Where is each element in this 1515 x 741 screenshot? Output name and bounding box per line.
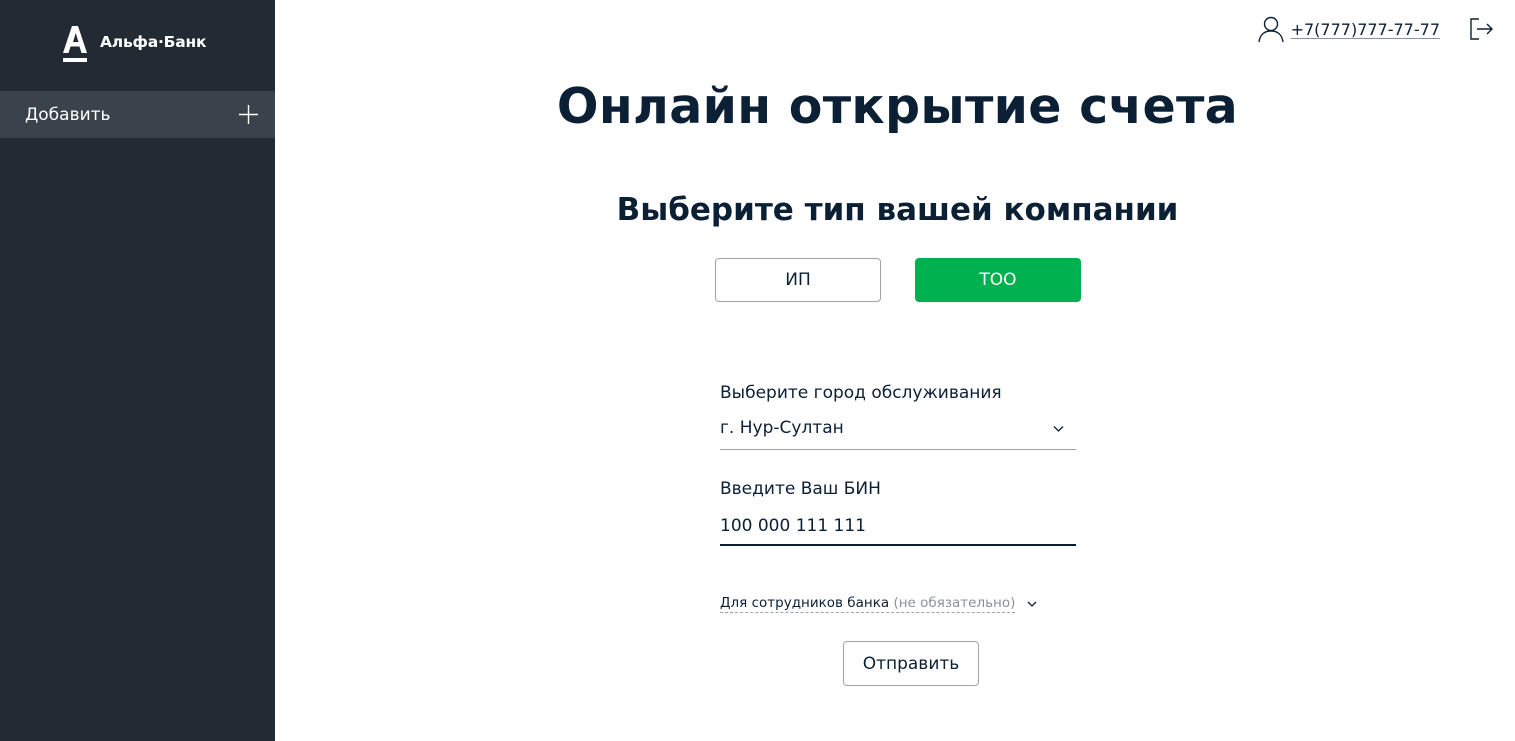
staff-toggle-text: Для сотрудников банка (не обязательно) — [720, 595, 1016, 613]
sidebar-item-label: Добавить — [25, 104, 111, 125]
company-type-heading: Выберите тип вашей компании — [616, 192, 1179, 228]
staff-optional-label: (не обязательно) — [893, 595, 1016, 611]
city-value: г. Нур-Султан — [720, 418, 844, 438]
sidebar-item-add[interactable]: Добавить — [0, 91, 275, 138]
app-root: Альфа·Банк Добавить +7(777)777-77-77 Онл… — [0, 0, 1515, 741]
submit-button[interactable]: Отправить — [843, 641, 979, 686]
chevron-down-icon — [1053, 426, 1064, 432]
logo-text: Альфа·Банк — [100, 33, 207, 51]
sidebar: Альфа·Банк Добавить — [0, 0, 275, 741]
chevron-down-icon — [1027, 601, 1037, 607]
city-select[interactable]: г. Нур-Султан — [720, 412, 1076, 450]
bin-input[interactable] — [720, 508, 1076, 546]
staff-section-toggle[interactable]: Для сотрудников банка (не обязательно) — [720, 594, 1037, 614]
alfa-logo-icon — [63, 26, 87, 62]
company-type-ip-button[interactable]: ИП — [715, 258, 881, 302]
plus-icon — [239, 105, 258, 124]
company-type-too-button[interactable]: ТОО — [915, 258, 1081, 302]
page-title: Онлайн открытие счета — [556, 78, 1239, 135]
logout-icon[interactable] — [1468, 16, 1494, 42]
logo[interactable]: Альфа·Банк — [62, 24, 207, 64]
user-icon — [1257, 16, 1284, 43]
staff-label: Для сотрудников банка — [720, 595, 890, 611]
phone-link[interactable]: +7(777)777-77-77 — [1291, 20, 1440, 39]
user-block: +7(777)777-77-77 — [1257, 14, 1440, 44]
bin-label: Введите Ваш БИН — [720, 479, 881, 499]
city-label: Выберите город обслуживания — [720, 383, 1002, 403]
